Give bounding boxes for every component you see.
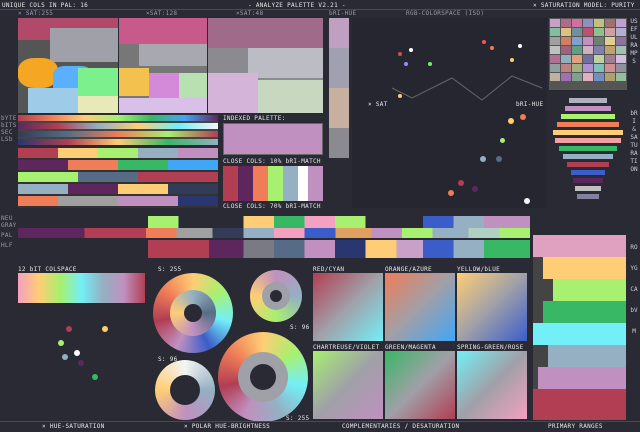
label-pal: PAL [1,232,13,239]
label-byte: bYTE [1,115,17,122]
close-cols-10 [223,166,323,201]
axis-sat-48: ×SAT:48 [236,10,264,17]
pair-orange-azure-label: ORANGE/AZURE [385,266,432,273]
pair-chartreuse-violet [313,351,383,419]
indexed-palette-swatches[interactable] [223,123,323,155]
saturation-model-toggle[interactable]: × SATURATION MODEL: PURITY [533,2,635,9]
primary-ranges-hue-labels: ROYGCAbVM [630,244,638,335]
useful-ramps-label: USEFUL RAMPS [630,18,638,65]
footer-hue-saturation: × HUE-SATURATION [42,423,105,430]
bri-hue-strip [329,18,349,158]
hue-saturation-voronoi-255 [18,18,118,113]
colspace-12bit [18,273,145,303]
close-cols-10-label: CLOSE COLS: 10% bRI-MATCH [223,158,321,165]
pair-red-cyan [313,273,383,341]
pair-red-cyan-label: RED/CYAN [313,266,345,273]
indexed-palette-title: INDEXED PALETTE: [223,115,286,122]
colspace-12bit-label: 12 bIT COLSPACE [18,266,77,273]
pair-spring-green-rose-label: SPRING-GREEN/ROSE [457,344,524,351]
close-cols-70-label: CLOSE COLS: 70% bRI-MATCH [223,203,321,210]
pair-green-magenta [385,351,455,419]
useful-ramps-grid [549,18,627,90]
app-title: - ANALYZE PALETTE V2.21 - [248,2,346,9]
unique-cols-label: UNIQUE COLS IN PAL: 16 [2,2,89,9]
label-hlf: HLF [1,242,13,249]
bit-ramps [18,115,218,145]
label-lsb: LSb [1,136,13,143]
sorted-ramps [18,148,218,208]
footer-primary-ranges: PRIMARY RANGES [548,423,603,430]
pair-chartreuse-violet-label: CHARTREUSE/VIOLET [313,344,380,351]
axis-sat-128: ×SAT:128 [146,10,178,17]
label-neu: NEU [1,215,13,222]
bri-sat-pyramid [549,92,627,212]
rgb-bri-hue-label: bRI-HUE [516,101,544,108]
sat-scatter [368,110,538,208]
pair-yellow-blue [457,273,527,341]
label-sec: SEC [1,129,13,136]
pair-orange-azure [385,273,455,341]
pair-yellow-blue-label: YELLOW/bLUE [457,266,501,273]
footer-polar-hue-brightness: × POLAR HUE-BRIGHTNESS [184,423,271,430]
pair-green-magenta-label: GREEN/MAGENTA [385,344,436,351]
axis-sat-255: × SAT:255 [18,10,54,17]
s-96-top-label: S: 96 [290,324,310,331]
pair-spring-green-rose [457,351,527,419]
rgb-sat-label: × SAT [368,101,388,108]
label-bits: bITS [1,122,17,129]
primary-ranges [533,235,626,420]
hue-saturation-voronoi-128 [119,18,207,113]
bri-sat-label: bRI & SATURATION [630,110,638,173]
footer-complementaries: COMPLEMENTARIES / DESATURATION [342,423,460,430]
hue-saturation-voronoi-48 [208,18,323,113]
palette-row[interactable] [18,214,530,260]
hue-saturation-scatter [18,310,145,415]
axis-rgb-colorspace: RGB-COLORSPACE (ISO) [406,10,485,17]
s-255-top-label: S: 255 [158,266,182,273]
axis-bri-hue: bRI-HUE [329,10,357,17]
label-gray: GRAY [1,222,17,229]
